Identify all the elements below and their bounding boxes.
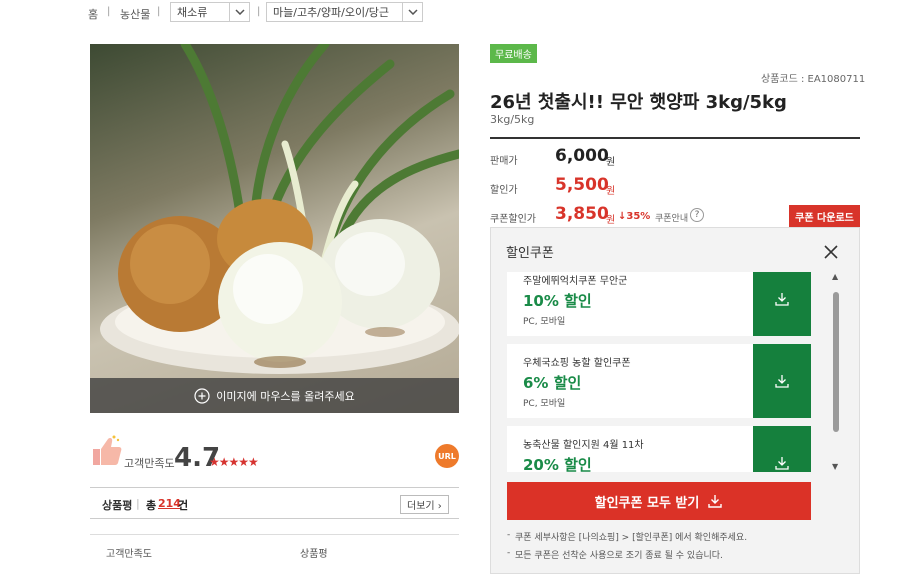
table-header-review: 상품평 [300,549,328,560]
coupon-download-item-button[interactable] [753,344,811,418]
download-all-coupons-button[interactable]: 할인쿠폰 모두 받기 [507,482,811,520]
download-icon [775,293,789,306]
sale-price-value: 6,000 [555,146,609,166]
breadcrumb-separator: | [257,6,261,17]
coupon-name: 주말에뛰억치쿠폰 무안군 [523,276,628,287]
category-select-label: 채소류 [177,6,208,19]
coupon-download-label: 쿠폰 다운로드 [795,212,854,224]
review-summary-row: 상품평 | 총 214 건 더보기 › [90,487,459,519]
coupon-popup-title: 할인쿠폰 [506,246,554,261]
url-share-label: URL [438,451,456,461]
scroll-down-icon[interactable]: ▼ [832,462,838,471]
review-divider: | [136,497,140,510]
download-icon [775,457,789,470]
coupon-percent: 6% 할인 [523,374,582,392]
discount-price-value: 5,500 [555,175,609,195]
coupon-name: 우체국쇼핑 농할 할인쿠폰 [523,358,631,369]
download-icon [708,495,723,508]
review-total-prefix: 총 [146,499,157,512]
rating-label: 고객만족도 [124,457,175,470]
coupon-platform: PC, 모바일 [523,317,566,327]
discount-price-currency: 원 [606,186,616,197]
zoom-plus-icon [194,387,210,404]
coupon-list[interactable]: 주말에뛰억치쿠폰 무안군 10% 할인 PC, 모바일 우체국쇼핑 농할 할인쿠… [490,272,830,472]
coupon-item: 주말에뛰억치쿠폰 무안군 10% 할인 PC, 모바일 [507,272,811,336]
table-header-rating: 고객만족도 [106,549,152,560]
coupon-percent: 10% 할인 [523,292,592,310]
product-code: 상품코드 : EA1080711 [761,74,866,85]
review-count-suffix: 건 [178,499,189,512]
category-select-level3[interactable]: 마늘/고추/양파/오이/당근 [266,2,423,22]
breadcrumb-separator: | [107,6,111,17]
coupon-price-label: 쿠폰할인가 [490,214,536,225]
coupon-platform: PC, 모바일 [523,399,566,409]
review-more-label: 더보기 [407,501,435,512]
discount-rate: ↓35% [618,211,651,222]
hover-hint-text: 이미지에 마우스를 올려주세요 [216,389,355,403]
rating-stars: ★★★★★ [209,455,259,469]
popup-note: 모든 쿠폰은 선착순 사용으로 조기 종료 될 수 있습니다. [515,551,723,561]
product-subtitle: 3kg/5kg [490,113,535,126]
coupon-info-label[interactable]: 쿠폰안내 [655,211,688,224]
popup-note-bullet: - [507,530,511,540]
coupon-price-currency: 원 [606,215,616,226]
popup-note: 쿠폰 세부사항은 [나의쇼핑] > [할인쿠폰] 에서 확인해주세요. [515,533,748,543]
coupon-item: 우체국쇼핑 농할 할인쿠폰 6% 할인 PC, 모바일 [507,344,811,418]
thumbs-up-icon [90,433,122,471]
title-divider [490,137,860,139]
sale-price-currency: 원 [606,157,616,168]
breadcrumb-home[interactable]: 홈 [88,6,98,22]
review-label: 상품평 [102,499,133,512]
coupon-item: 농축산물 할인지원 4월 11차 20% 할인 [507,426,811,472]
review-more-button[interactable]: 더보기 › [400,495,449,514]
coupon-download-button[interactable]: 쿠폰 다운로드 [789,205,860,227]
help-icon[interactable]: ? [690,208,704,222]
url-share-button[interactable]: URL [435,444,459,468]
discount-price-label: 할인가 [490,185,518,196]
breadcrumb-level1[interactable]: 농산물 [120,6,150,22]
scroll-up-icon[interactable]: ▲ [832,272,838,281]
coupon-percent: 20% 할인 [523,456,592,472]
chevron-down-icon [402,3,422,21]
chevron-right-icon: › [437,501,442,512]
product-image[interactable] [90,44,459,413]
coupon-download-item-button[interactable] [753,272,811,336]
product-title: 26년 첫출시!! 무안 햇양파 3kg/5kg [490,92,787,113]
coupon-price-value: 3,850 [555,204,609,224]
image-hover-hint: 이미지에 마우스를 올려주세요 [90,378,459,413]
coupon-list-scrollbar[interactable] [833,292,839,432]
coupon-download-item-button[interactable] [753,426,811,472]
category-select-level2[interactable]: 채소류 [170,2,250,22]
category-select-label: 마늘/고추/양파/오이/당근 [273,6,390,19]
table-divider [90,534,459,535]
coupon-name: 농축산물 할인지원 4월 11차 [523,440,644,451]
breadcrumb-separator: | [157,6,161,17]
download-all-label: 할인쿠폰 모두 받기 [594,495,700,511]
chevron-down-icon [229,3,249,21]
popup-note-bullet: - [507,548,511,558]
close-icon[interactable] [823,244,839,264]
free-shipping-badge: 무료배송 [490,44,537,63]
download-icon [775,375,789,388]
sale-price-label: 판매가 [490,156,518,167]
